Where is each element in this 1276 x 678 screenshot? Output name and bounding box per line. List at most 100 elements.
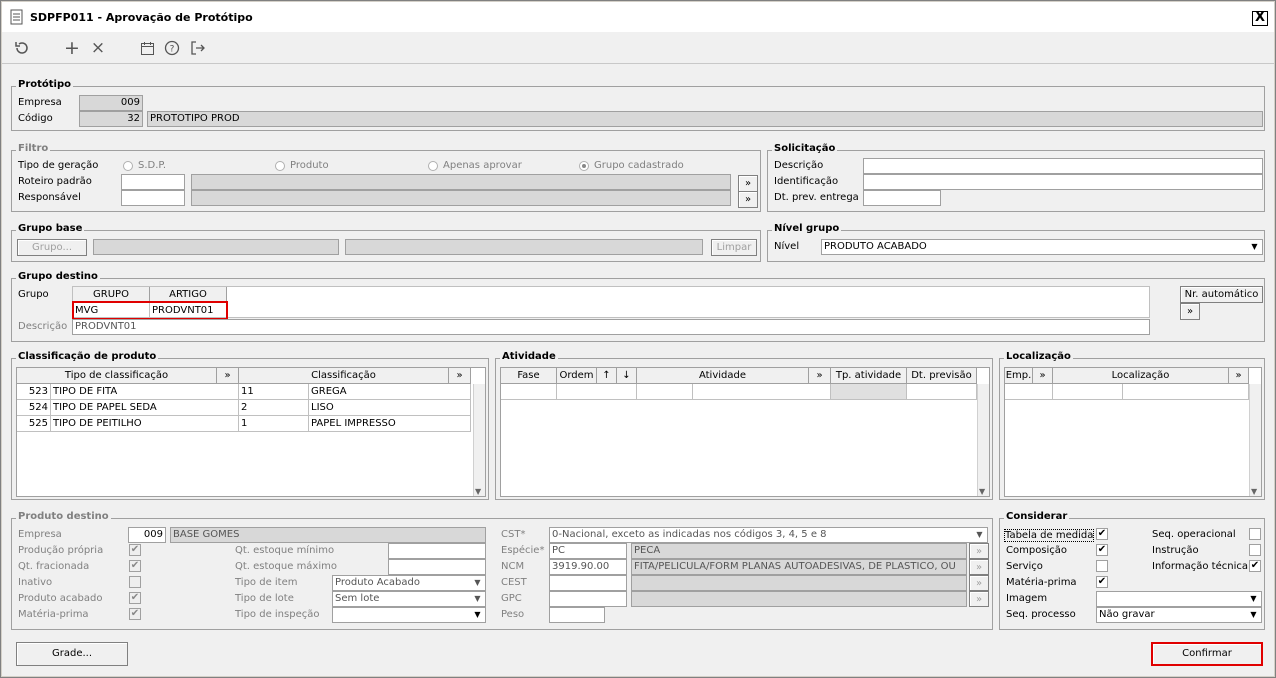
scroll-down-icon[interactable]: ▼ xyxy=(979,487,985,496)
col-atividade-more-button[interactable]: » xyxy=(809,368,831,384)
radio-sdp[interactable] xyxy=(123,161,133,171)
servico-checkbox[interactable] xyxy=(1096,560,1108,572)
limpar-button[interactable]: Limpar xyxy=(711,239,757,256)
close-button[interactable]: X xyxy=(1252,11,1268,26)
identificacao-field[interactable] xyxy=(863,174,1263,190)
atividade-cell[interactable] xyxy=(557,384,637,400)
ncm-code-field[interactable]: 3919.90.00 xyxy=(549,559,627,575)
cst-select[interactable]: 0-Nacional, exceto as indicadas nos códi… xyxy=(549,527,988,543)
atividade-cell[interactable] xyxy=(501,384,557,400)
cest-lookup-button[interactable]: » xyxy=(969,575,989,591)
especie-lookup-button[interactable]: » xyxy=(969,543,989,559)
solicitacao-descricao-field[interactable] xyxy=(863,158,1263,174)
classificacao-cell-tipo[interactable]: TIPO DE PEITILHO xyxy=(51,416,239,432)
roteiro-field[interactable] xyxy=(121,174,185,190)
grupo-button[interactable]: Grupo... xyxy=(17,239,87,256)
arrow-up-icon[interactable]: ↑ xyxy=(597,368,617,384)
calendar-icon[interactable] xyxy=(137,38,157,58)
classificacao-cell-code[interactable]: 524 xyxy=(17,400,51,416)
classificacao-cell-class[interactable]: PAPEL IMPRESSO xyxy=(309,416,471,432)
pd-empresa-field[interactable]: 009 xyxy=(128,527,166,543)
col-emp-more-button[interactable]: » xyxy=(1033,368,1053,384)
tipo-lote-select[interactable]: Sem lote ▼ xyxy=(332,591,486,607)
especie-code-field[interactable]: PC xyxy=(549,543,627,559)
atividade-scrollbar[interactable]: ▼ xyxy=(977,384,989,496)
tipo-insp-select[interactable]: ▼ xyxy=(332,607,486,623)
atividade-cell[interactable] xyxy=(693,384,831,400)
localizacao-cell[interactable] xyxy=(1123,384,1249,400)
est-min-field[interactable] xyxy=(388,543,486,559)
acabado-checkbox[interactable]: ✔ xyxy=(129,592,141,604)
inativo-checkbox[interactable] xyxy=(129,576,141,588)
responsavel-field[interactable] xyxy=(121,190,185,206)
tipo-item-select[interactable]: Produto Acabado ▼ xyxy=(332,575,486,591)
roteiro-lookup-button[interactable]: » xyxy=(738,175,758,192)
col-loc-more-button[interactable]: » xyxy=(1229,368,1249,384)
radio-grupo[interactable] xyxy=(579,161,589,171)
cest-code-field[interactable] xyxy=(549,575,627,591)
col-class-more-button[interactable]: » xyxy=(449,368,471,384)
destino-descricao-field[interactable]: PRODVNT01 xyxy=(72,319,1150,335)
chevron-down-icon[interactable]: ▼ xyxy=(1247,609,1260,621)
chevron-down-icon[interactable]: ▼ xyxy=(471,609,484,621)
classificacao-cell-class[interactable]: LISO xyxy=(309,400,471,416)
classificacao-cell-num[interactable]: 11 xyxy=(239,384,309,400)
exit-icon[interactable] xyxy=(188,38,208,58)
imagem-select[interactable]: ▼ xyxy=(1096,591,1262,607)
radio-produto[interactable] xyxy=(275,161,285,171)
classificacao-cell-num[interactable]: 2 xyxy=(239,400,309,416)
responsavel-lookup-button[interactable]: » xyxy=(738,191,758,208)
tabela-checkbox[interactable]: ✔ xyxy=(1096,528,1108,540)
x-icon[interactable]: × xyxy=(88,38,108,58)
composicao-label: Composição xyxy=(1006,545,1068,556)
help-icon[interactable]: ? xyxy=(162,38,182,58)
col-tipo-more-button[interactable]: » xyxy=(217,368,239,384)
radio-aprovar[interactable] xyxy=(428,161,438,171)
chevron-down-icon[interactable]: ▼ xyxy=(1248,241,1261,253)
grade-button[interactable]: Grade... xyxy=(16,642,128,666)
grupo-destino-lookup-button[interactable]: » xyxy=(1180,303,1200,320)
localizacao-scrollbar[interactable]: ▼ xyxy=(1249,384,1261,496)
ncm-lookup-button[interactable]: » xyxy=(969,559,989,575)
gpc-code-field[interactable] xyxy=(549,591,627,607)
composicao-checkbox[interactable]: ✔ xyxy=(1096,544,1108,556)
pd-materia-checkbox[interactable]: ✔ xyxy=(129,608,141,620)
dt-prev-field[interactable] xyxy=(863,190,941,206)
chevron-down-icon[interactable]: ▼ xyxy=(471,593,484,605)
classificacao-cell-class[interactable]: GREGA xyxy=(309,384,471,400)
atividade-cell[interactable] xyxy=(637,384,693,400)
classificacao-cell-tipo[interactable]: TIPO DE FITA xyxy=(51,384,239,400)
seq-op-checkbox[interactable] xyxy=(1249,528,1261,540)
refresh-icon[interactable] xyxy=(12,38,32,58)
confirmar-button[interactable]: Confirmar xyxy=(1151,642,1263,666)
classificacao-cell-code[interactable]: 525 xyxy=(17,416,51,432)
scroll-down-icon[interactable]: ▼ xyxy=(1251,487,1257,496)
localizacao-cell[interactable] xyxy=(1053,384,1123,400)
peso-field[interactable] xyxy=(549,607,605,623)
chevron-down-icon[interactable]: ▼ xyxy=(471,577,484,589)
materia-checkbox[interactable]: ✔ xyxy=(1096,576,1108,588)
nivel-select[interactable]: PRODUTO ACABADO ▼ xyxy=(821,239,1263,255)
instrucao-checkbox[interactable] xyxy=(1249,544,1261,556)
est-max-field[interactable] xyxy=(388,559,486,575)
chevron-down-icon[interactable]: ▼ xyxy=(973,529,986,541)
chevron-down-icon[interactable]: ▼ xyxy=(1247,593,1260,605)
seq-proc-select[interactable]: Não gravar ▼ xyxy=(1096,607,1262,623)
classificacao-cell-code[interactable]: 523 xyxy=(17,384,51,400)
classificacao-cell-num[interactable]: 1 xyxy=(239,416,309,432)
solicitacao-group: Solicitação Descrição Identificação Dt. … xyxy=(767,143,1265,212)
classificacao-scrollbar[interactable]: ▼ xyxy=(473,384,485,496)
localizacao-cell[interactable] xyxy=(1005,384,1053,400)
plus-icon[interactable]: + xyxy=(62,37,82,59)
info-tec-checkbox[interactable]: ✔ xyxy=(1249,560,1261,572)
classificacao-cell-tipo[interactable]: TIPO DE PAPEL SEDA xyxy=(51,400,239,416)
fracionada-checkbox[interactable]: ✔ xyxy=(129,560,141,572)
atividade-grid: Fase Ordem ↑ ↓ Atividade » Tp. atividade… xyxy=(500,367,990,497)
inativo-label: Inativo xyxy=(18,577,53,588)
producao-checkbox[interactable]: ✔ xyxy=(129,544,141,556)
scroll-down-icon[interactable]: ▼ xyxy=(475,487,481,496)
nr-automatico-button[interactable]: Nr. automático xyxy=(1180,286,1263,303)
arrow-down-icon[interactable]: ↓ xyxy=(617,368,637,384)
atividade-cell[interactable] xyxy=(907,384,977,400)
gpc-lookup-button[interactable]: » xyxy=(969,591,989,607)
